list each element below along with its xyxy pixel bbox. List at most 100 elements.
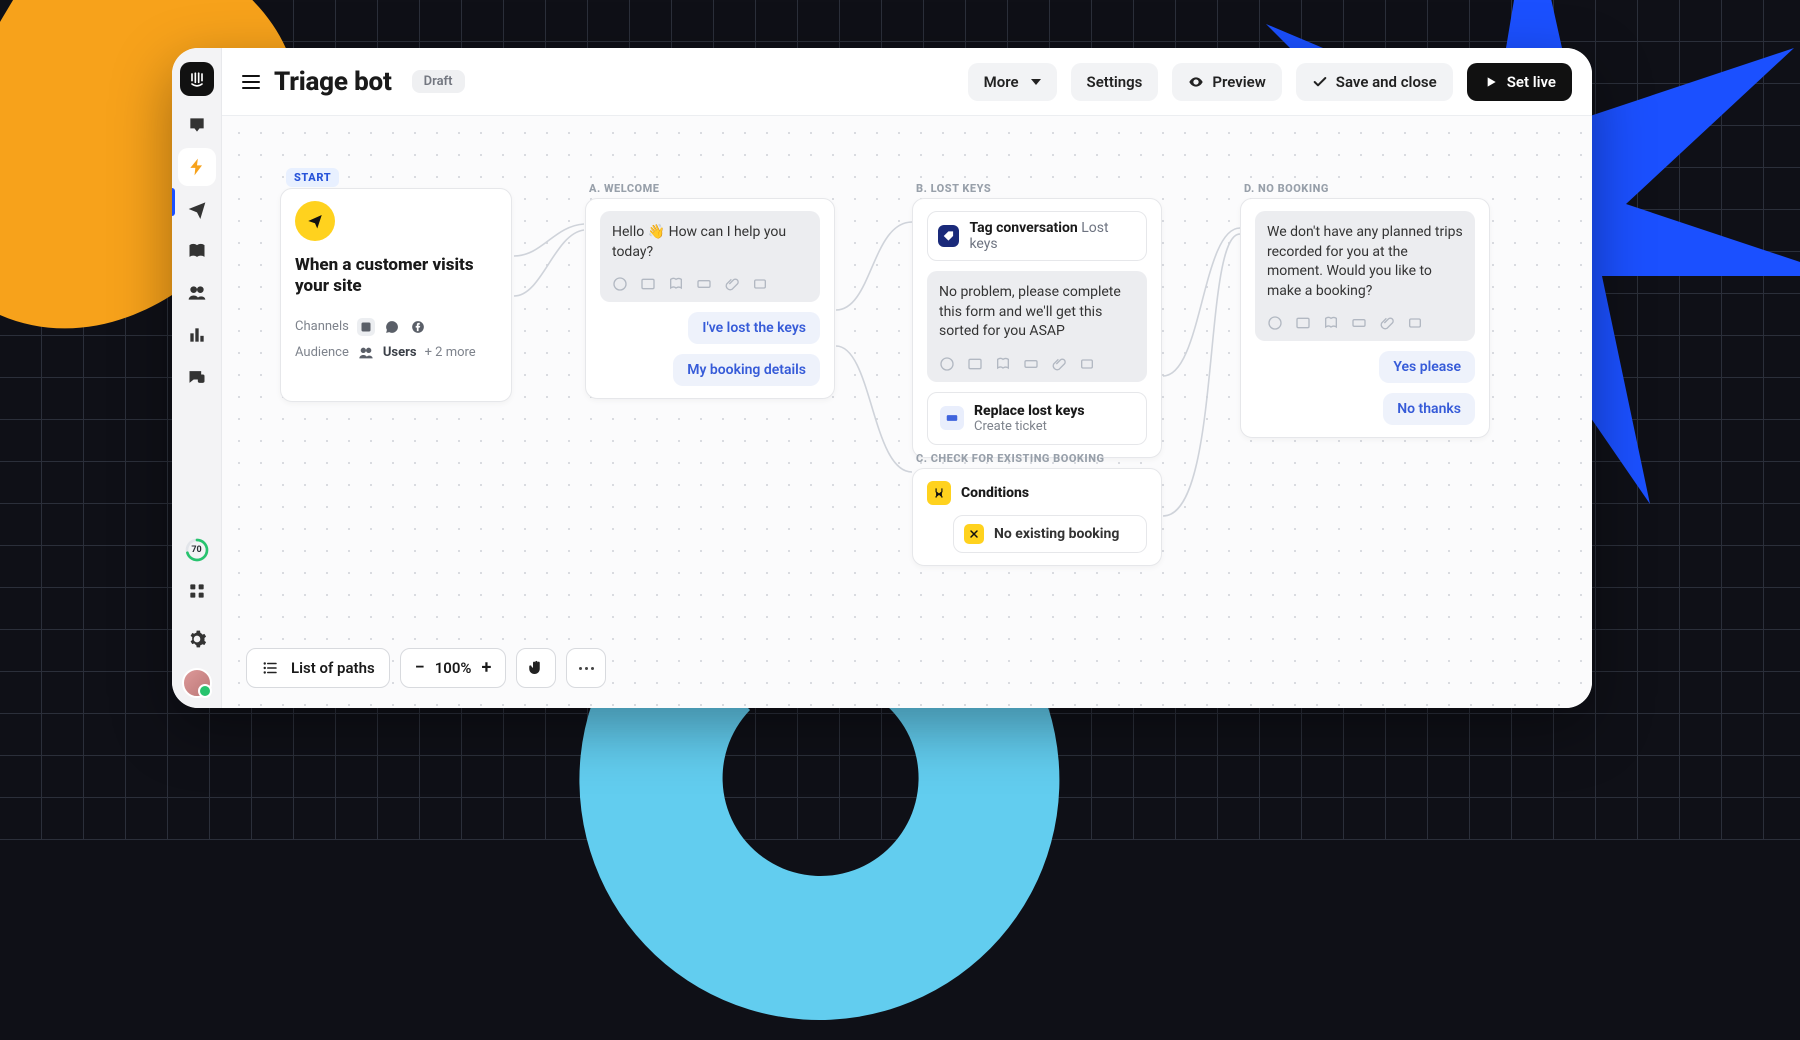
attachment-icon[interactable] xyxy=(1051,356,1067,372)
zoom-out-button[interactable]: − xyxy=(415,659,425,677)
channels-label: Channels xyxy=(295,319,349,334)
preview-label: Preview xyxy=(1212,73,1265,91)
sidebar-item-people[interactable] xyxy=(178,274,216,312)
canvas-dock: List of paths − 100% + xyxy=(246,648,606,688)
app-icon[interactable] xyxy=(1407,315,1423,331)
setup-progress[interactable]: 70 xyxy=(185,538,209,562)
lostkeys-message-block[interactable]: No problem, please complete this form an… xyxy=(927,271,1147,382)
emoji-icon[interactable] xyxy=(939,356,955,372)
list-icon xyxy=(261,659,279,677)
preview-button[interactable]: Preview xyxy=(1172,63,1281,101)
channels-row[interactable]: Channels xyxy=(295,318,497,336)
condition-item-no-booking[interactable]: No existing booking xyxy=(953,515,1147,553)
node-conditions[interactable]: Conditions No existing booking xyxy=(912,468,1162,566)
sidebar-item-inbox[interactable] xyxy=(178,106,216,144)
audience-value: Users xyxy=(383,345,417,360)
welcome-message-text: Hello 👋 How can I help you today? xyxy=(612,223,808,262)
node-no-booking[interactable]: We don't have any planned trips recorded… xyxy=(1240,198,1490,438)
ticket-title: Replace lost keys xyxy=(974,403,1085,419)
set-live-button[interactable]: Set live xyxy=(1467,63,1572,101)
eye-icon xyxy=(1188,74,1204,90)
check-icon xyxy=(1312,74,1328,90)
bars-icon xyxy=(187,325,207,345)
app-window: 70 Triage bot Draft More Settings xyxy=(172,48,1592,708)
save-close-label: Save and close xyxy=(1336,73,1437,91)
sidebar-item-apps[interactable] xyxy=(178,572,216,610)
message-toolbar xyxy=(939,356,1135,372)
chevron-down-icon xyxy=(1031,79,1041,85)
nobooking-message-block[interactable]: We don't have any planned trips recorded… xyxy=(1255,211,1475,341)
save-close-button[interactable]: Save and close xyxy=(1296,63,1453,101)
reply-no-thanks[interactable]: No thanks xyxy=(1383,393,1475,425)
condition-item-label: No existing booking xyxy=(994,526,1119,542)
node-start[interactable]: When a customer visits your site Channel… xyxy=(280,188,512,402)
status-badge: Draft xyxy=(412,70,465,93)
intercom-icon xyxy=(187,69,207,89)
gear-icon xyxy=(187,629,207,649)
sidebar-item-send[interactable] xyxy=(178,190,216,228)
attachment-icon[interactable] xyxy=(1379,315,1395,331)
tag-action: Tag conversation xyxy=(969,220,1077,236)
node-conditions-label: C. CHECK FOR EXISTING BOOKING xyxy=(916,452,1104,465)
audience-more: + 2 more xyxy=(425,345,476,360)
card-icon[interactable] xyxy=(1351,315,1367,331)
sidebar-item-articles[interactable] xyxy=(178,232,216,270)
sidebar: 70 xyxy=(172,48,222,708)
app-icon[interactable] xyxy=(1079,356,1095,372)
emoji-icon[interactable] xyxy=(1267,315,1283,331)
welcome-message-block[interactable]: Hello 👋 How can I help you today? xyxy=(600,211,820,302)
article-icon[interactable] xyxy=(995,356,1011,372)
list-of-paths-label: List of paths xyxy=(291,659,375,677)
sidebar-item-messenger[interactable] xyxy=(178,358,216,396)
node-lost-keys[interactable]: Tag conversation Lost keys No problem, p… xyxy=(912,198,1162,458)
article-icon[interactable] xyxy=(1323,315,1339,331)
reply-booking-details[interactable]: My booking details xyxy=(673,354,820,386)
conditions-title: Conditions xyxy=(961,485,1029,501)
sidebar-item-settings[interactable] xyxy=(178,620,216,658)
audience-people-icon xyxy=(357,344,375,362)
sidebar-item-automation[interactable] xyxy=(178,148,216,186)
lostkeys-message-text: No problem, please complete this form an… xyxy=(939,283,1135,342)
reply-yes-please[interactable]: Yes please xyxy=(1379,351,1475,383)
plane-icon xyxy=(306,212,324,230)
ticket-row[interactable]: Replace lost keys Create ticket xyxy=(927,392,1147,445)
zoom-level: 100% xyxy=(435,659,472,677)
conditions-icon xyxy=(927,481,951,505)
app-icon[interactable] xyxy=(752,276,768,292)
list-of-paths-button[interactable]: List of paths xyxy=(246,648,390,688)
book-icon xyxy=(187,241,207,261)
image-icon[interactable] xyxy=(1295,315,1311,331)
app-logo[interactable] xyxy=(180,62,214,96)
sidebar-item-reports[interactable] xyxy=(178,316,216,354)
inbox-icon xyxy=(187,115,207,135)
zoom-in-button[interactable]: + xyxy=(482,659,492,677)
article-icon[interactable] xyxy=(668,276,684,292)
card-icon[interactable] xyxy=(1023,356,1039,372)
channel-facebook-icon xyxy=(409,318,427,336)
message-toolbar xyxy=(1267,315,1463,331)
emoji-icon[interactable] xyxy=(612,276,628,292)
flow-canvas[interactable]: START When a customer visits your site C… xyxy=(222,116,1592,708)
audience-row[interactable]: Audience Users + 2 more xyxy=(295,344,497,362)
tag-icon xyxy=(938,225,959,247)
plane-icon xyxy=(187,199,207,219)
bolt-icon xyxy=(187,157,207,177)
tag-conversation-row[interactable]: Tag conversation Lost keys xyxy=(927,211,1147,261)
settings-button[interactable]: Settings xyxy=(1071,63,1159,101)
user-avatar[interactable] xyxy=(182,668,212,698)
reply-lost-keys[interactable]: I've lost the keys xyxy=(688,312,820,344)
apps-icon xyxy=(187,581,207,601)
attachment-icon[interactable] xyxy=(724,276,740,292)
pan-tool-button[interactable] xyxy=(516,648,556,688)
card-icon[interactable] xyxy=(696,276,712,292)
message-toolbar xyxy=(612,276,808,292)
more-tools-button[interactable] xyxy=(566,648,606,688)
image-icon[interactable] xyxy=(640,276,656,292)
people-icon xyxy=(187,283,207,303)
start-heading: When a customer visits your site xyxy=(295,255,497,298)
node-welcome[interactable]: Hello 👋 How can I help you today? I've l… xyxy=(585,198,835,399)
trigger-icon xyxy=(295,201,335,241)
more-button[interactable]: More xyxy=(968,63,1057,101)
image-icon[interactable] xyxy=(967,356,983,372)
menu-toggle[interactable] xyxy=(242,75,260,89)
